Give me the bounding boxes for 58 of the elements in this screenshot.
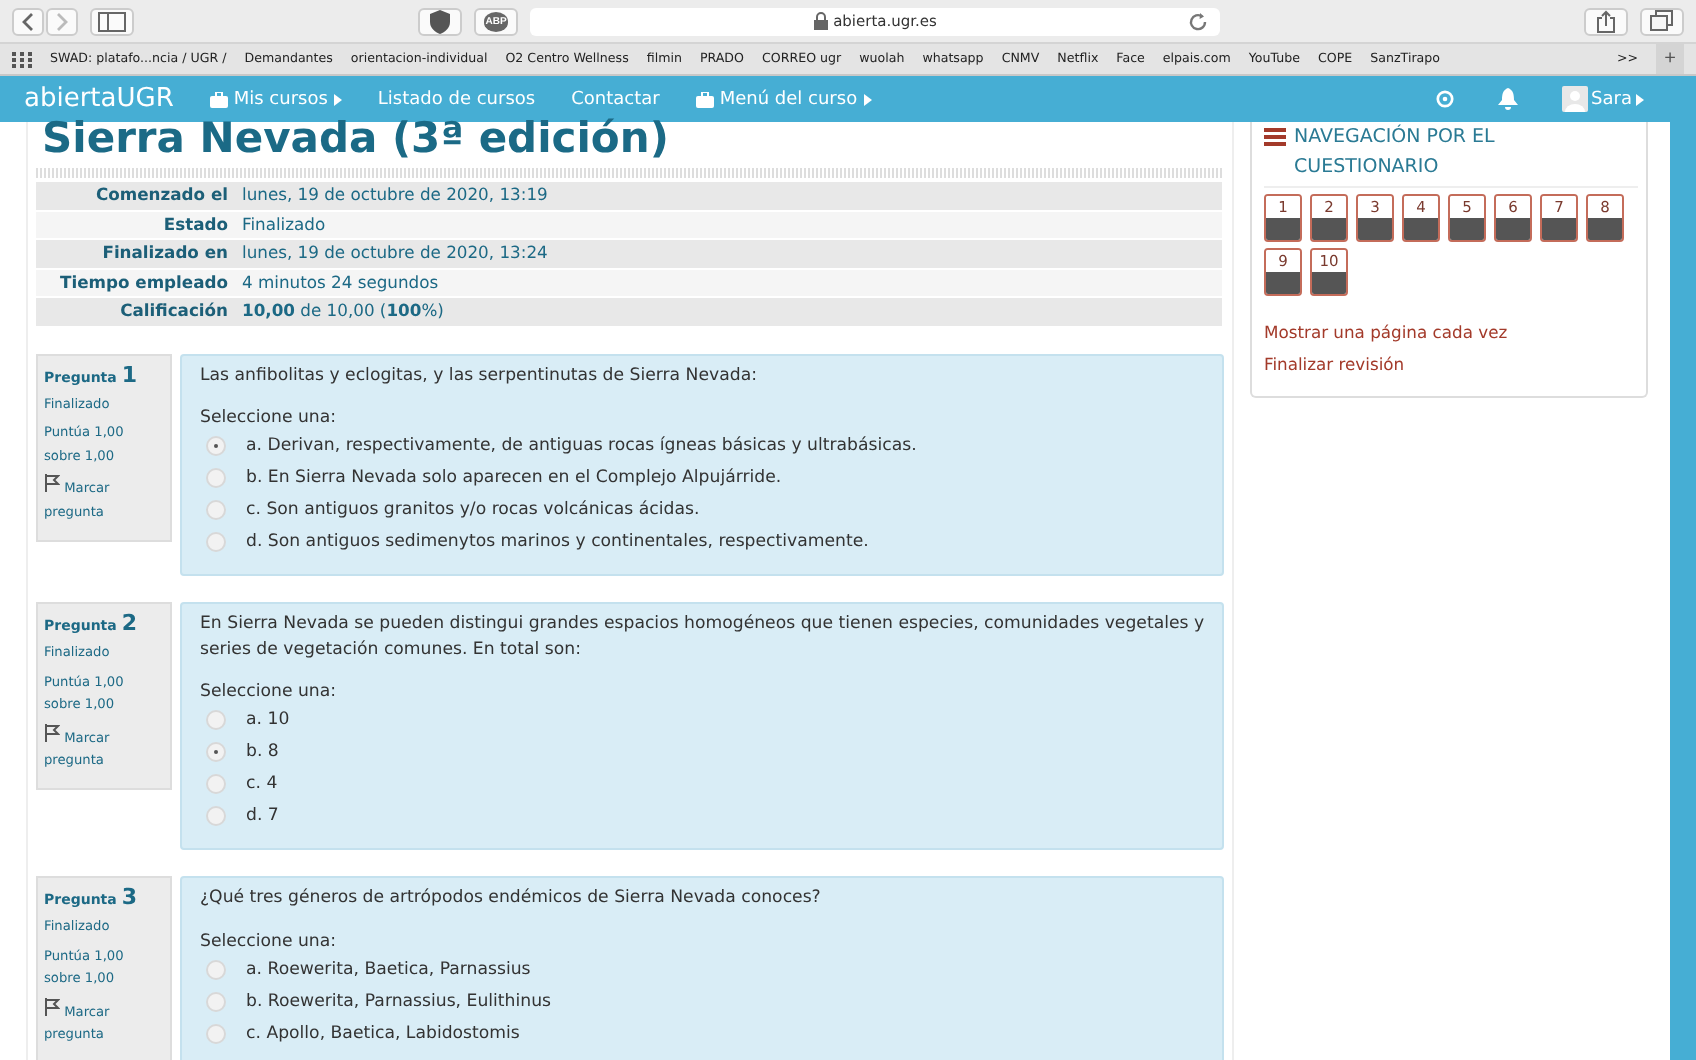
answer-option: c. 4: [246, 774, 278, 795]
navigation-link[interactable]: Finalizar revisión: [1264, 348, 1638, 380]
share-button[interactable]: [1584, 7, 1628, 35]
answer-option: c. Son antiguos granitos y/o rocas volcánicas ácidas.: [246, 500, 700, 521]
new-tab-button[interactable]: +: [1656, 44, 1684, 74]
question-text: ¿Qué tres géneros de artrópodos endémicos de Sierra Nevada conoces?: [200, 886, 823, 912]
radio-button[interactable]: [206, 991, 226, 1012]
course-title: Sierra Nevada (3ª edición): [42, 114, 671, 162]
answer-option: b. En Sierra Nevada solo aparecen en el Complejo Alpujárride.: [246, 468, 782, 489]
sidebar-button[interactable]: [90, 7, 134, 35]
radio-button[interactable]: [206, 742, 226, 763]
flag-icon: [44, 997, 60, 1016]
navigation-link[interactable]: Mostrar una página cada vez: [1264, 316, 1638, 348]
radio-button[interactable]: [206, 532, 226, 553]
radio-button[interactable]: [206, 468, 226, 489]
avatar-icon: [1561, 86, 1588, 112]
answer-option: a. Derivan, respectivamente, de antiguas rocas ígneas básicas y ultrabásicas.: [246, 436, 917, 457]
caret-icon: [333, 93, 342, 105]
flag-icon: [44, 723, 60, 742]
summary-value: 10,00 de 10,00 (100%): [236, 297, 1222, 327]
answer-option: d. Son antiguos sedimenytos marinos y continentales, respectivamente.: [246, 532, 869, 553]
radio-button[interactable]: [206, 1023, 226, 1044]
answer-option: a. 10: [246, 710, 290, 731]
flag-icon: [44, 474, 60, 493]
summary-label: Finalizado en: [36, 239, 236, 269]
answer-option: b. 8: [246, 742, 279, 763]
caret-icon: [863, 93, 872, 105]
summary-value: lunes, 19 de octubre de 2020, 13:19: [236, 182, 1222, 211]
answer-prompt: Seleccione una:: [200, 680, 339, 705]
answer-option: a. Roewerita, Baetica, Parnassius: [246, 959, 531, 980]
tabs-button[interactable]: [1640, 7, 1684, 35]
radio-button[interactable]: [206, 806, 226, 827]
answer-prompt: Seleccione una:: [200, 406, 339, 431]
summary-label: Calificación: [36, 297, 236, 327]
answer-option: d. 7: [246, 806, 279, 827]
radio-button[interactable]: [206, 959, 226, 980]
radio-button[interactable]: [206, 500, 226, 521]
shield-button[interactable]: [418, 7, 462, 35]
chevron-left-icon: [20, 11, 36, 31]
caret-icon: [1636, 93, 1644, 105]
answer-prompt: Seleccione una:: [200, 929, 339, 954]
lock-icon: [813, 12, 828, 30]
bell-icon[interactable]: [1497, 88, 1518, 110]
answer-option: c. Apollo, Baetica, Labidostomis: [246, 1023, 520, 1044]
reload-icon[interactable]: [1188, 11, 1208, 31]
question-text: En Sierra Nevada se pueden distingui grandes espacios homogéneos que tienen especies, comunidades vegetales y series de vegetación comunes. En total son:: [200, 612, 1206, 663]
summary-value: lunes, 19 de octubre de 2020, 13:24: [236, 239, 1222, 269]
panel-title: NAVEGACIÓN POR EL CUESTIONARIO: [1294, 122, 1497, 182]
share-icon: [1596, 9, 1616, 33]
answer-option: b. Roewerita, Parnassius, Eulithinus: [246, 991, 551, 1012]
radio-button[interactable]: [206, 774, 226, 795]
back-button[interactable]: [12, 7, 44, 35]
radio-button[interactable]: [206, 436, 226, 457]
question-text: Las anfibolitas y eclogitas, y las serpentinutas de Sierra Nevada:: [200, 363, 759, 389]
radio-button[interactable]: [206, 710, 226, 731]
chevron-right-icon: [54, 11, 70, 31]
summary-label: Comenzado el: [36, 182, 236, 211]
grid-icon[interactable]: [12, 51, 32, 67]
